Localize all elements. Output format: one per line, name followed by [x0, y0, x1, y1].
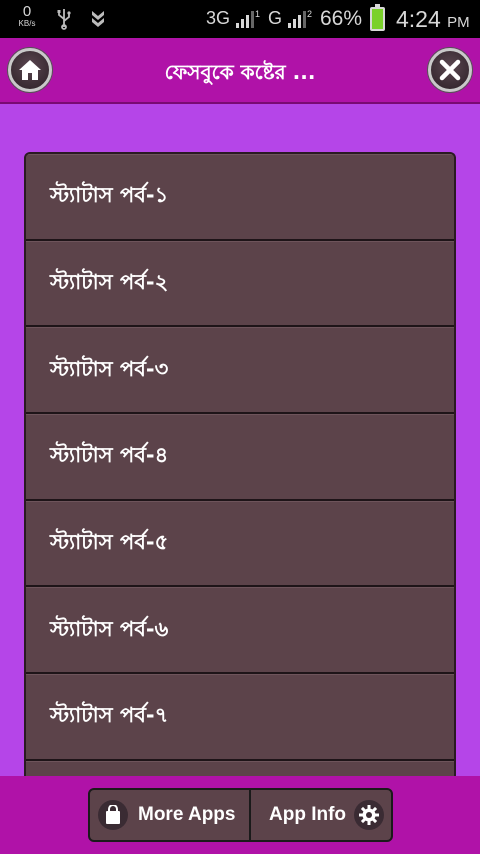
bottom-bar: More Apps App Info	[0, 776, 480, 854]
gear-icon	[354, 800, 385, 830]
clock-time: 4:24	[396, 6, 441, 32]
list-item-label: স্ট্যাটাস পর্ব-৬	[50, 616, 169, 641]
signal-bars-icon	[288, 11, 307, 28]
clock-ampm: PM	[447, 14, 470, 31]
app-info-label: App Info	[269, 804, 347, 825]
signal-g: G 2	[268, 8, 312, 29]
battery-percent: 66%	[320, 7, 363, 30]
usb-icon	[56, 8, 72, 35]
signal-g-label: G	[268, 8, 283, 28]
list-item[interactable]: স্ট্যাটাস পর্ব-১	[26, 154, 454, 241]
list-item[interactable]	[26, 760, 454, 776]
more-apps-button[interactable]: More Apps	[90, 790, 251, 840]
close-button[interactable]	[428, 48, 472, 92]
list-item[interactable]: স্ট্যাটাস পর্ব-৪	[26, 414, 454, 501]
signal-bars-icon	[236, 11, 255, 28]
signal-3g: 3G 1	[206, 8, 260, 29]
list-item[interactable]: স্ট্যাটাস পর্ব-২	[26, 240, 454, 328]
net-speed-unit: KB/s	[18, 19, 36, 28]
app-info-button[interactable]: App Info	[251, 790, 391, 840]
signal-3g-label: 3G	[206, 8, 231, 28]
list-item-label: স্ট্যাটাস পর্ব-৩	[50, 356, 169, 381]
download-icon	[90, 9, 106, 34]
home-icon	[19, 60, 41, 80]
status-list: স্ট্যাটাস পর্ব-১ স্ট্যাটাস পর্ব-২ স্ট্যা…	[24, 152, 456, 776]
list-item-label: স্ট্যাটাস পর্ব-১	[50, 183, 169, 208]
net-speed-value: 0	[22, 3, 32, 20]
battery-icon	[370, 4, 385, 31]
close-icon	[439, 59, 461, 81]
list-item[interactable]: স্ট্যাটাস পর্ব-৭	[26, 674, 454, 761]
list-item[interactable]: স্ট্যাটাস পর্ব-৬	[26, 587, 454, 675]
signal-3g-sup: 1	[255, 9, 261, 19]
net-speed-indicator: 0 KB/s	[14, 4, 40, 28]
signal-g-sup: 2	[307, 9, 313, 19]
bottom-button-group: More Apps App Info	[88, 788, 393, 842]
list-item-label: স্ট্যাটাস পর্ব-২	[50, 270, 169, 295]
list-item[interactable]: স্ট্যাটাস পর্ব-৩	[26, 327, 454, 415]
clock: 4:24 PM	[396, 6, 470, 33]
shopping-bag-icon	[98, 800, 128, 830]
home-button[interactable]	[8, 48, 52, 92]
more-apps-label: More Apps	[138, 804, 236, 825]
list-item[interactable]: স্ট্যাটাস পর্ব-৫	[26, 500, 454, 588]
list-item-label: স্ট্যাটাস পর্ব-৪	[50, 443, 169, 468]
list-item-label: স্ট্যাটাস পর্ব-৫	[50, 530, 169, 555]
status-bar: 0 KB/s 3G 1 G 2 66% 4:24 PM	[0, 0, 480, 38]
list-item-label: স্ট্যাটাস পর্ব-৭	[50, 703, 169, 728]
app-header: ফেসবুকে কষ্টের ...	[0, 38, 480, 104]
page-title: ফেসবুকে কষ্টের ...	[164, 60, 316, 84]
